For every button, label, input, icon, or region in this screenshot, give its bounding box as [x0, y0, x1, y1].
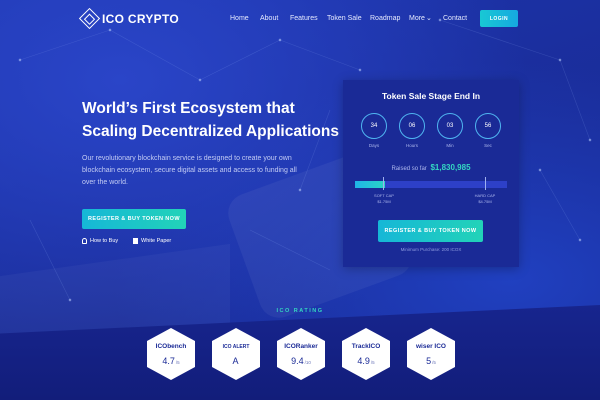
icobench-logo: ICObench: [155, 343, 187, 350]
countdown-label: Hours: [405, 143, 418, 148]
nav-home[interactable]: Home: [230, 15, 249, 22]
icoalert-logo: ICO ALERT: [222, 344, 250, 350]
hero-title-line: World’s First Ecosystem that: [82, 100, 295, 117]
countdown-minutes: 03 Min: [436, 113, 464, 148]
hero-title: World’s First Ecosystem that Scaling Dec…: [82, 97, 339, 143]
chevron-down-icon[interactable]: ⌄: [426, 14, 432, 22]
hard-cap: HARD CAP $4.75M: [470, 193, 500, 205]
countdown-value: 34: [361, 113, 387, 139]
hard-cap-value: $4.75M: [478, 199, 492, 204]
countdown-days: 34 Days: [360, 113, 388, 148]
rating-score: 4.9/5: [342, 356, 390, 366]
score-scale: /5: [370, 360, 375, 365]
top-navbar: ICO CRYPTO Home About Features Token Sal…: [0, 0, 600, 38]
score-scale: /10: [304, 360, 311, 365]
token-sale-panel: Token Sale Stage End In 34 Days 06 Hours…: [343, 80, 519, 267]
lightbulb-icon: [82, 238, 87, 244]
score-value: 5: [426, 356, 432, 366]
nav-more[interactable]: More: [409, 15, 425, 22]
site-logo[interactable]: ICO CRYPTO: [78, 7, 180, 30]
soft-cap-value: $1.75M: [377, 199, 391, 204]
countdown-label: Days: [368, 143, 380, 148]
logo-text: ICO CRYPTO: [102, 11, 180, 26]
countdown-value: 03: [437, 113, 463, 139]
countdown-value: 56: [475, 113, 501, 139]
raised-so-far: Raised so far $1,830,985: [343, 163, 519, 172]
token-sale-title: Token Sale Stage End In: [381, 91, 481, 101]
ico-rating-heading: ICO RATING: [276, 308, 324, 314]
countdown-value: 06: [399, 113, 425, 139]
minimum-purchase-note: Minimum Purchase: 200 ICOX: [400, 247, 462, 252]
hard-cap-marker: [485, 177, 486, 190]
panel-register-buy-button[interactable]: REGISTER & BUY TOKEN NOW: [378, 220, 483, 242]
score-scale: /5: [175, 360, 180, 365]
trackico-logo: TrackICO: [351, 343, 381, 350]
score-value: A: [232, 356, 239, 366]
score-scale: /5: [432, 360, 436, 365]
login-button[interactable]: LOGIN: [480, 10, 518, 27]
white-paper-link[interactable]: White Paper: [133, 238, 171, 244]
register-buy-token-button[interactable]: REGISTER & BUY TOKEN NOW: [82, 209, 186, 229]
rating-score: 9.4/10: [277, 356, 325, 366]
cube-logo-icon: [78, 7, 101, 30]
rating-score: 4.7/5: [147, 356, 195, 366]
nav-roadmap[interactable]: Roadmap: [370, 15, 400, 22]
raised-label: Raised so far: [391, 166, 427, 172]
rating-score: 5/5: [407, 356, 455, 366]
soft-cap: SOFT CAP $1.75M: [369, 193, 399, 205]
countdown-seconds: 56 Sec: [474, 113, 502, 148]
nav-about[interactable]: About: [260, 15, 278, 22]
rating-score: A: [212, 356, 260, 366]
score-value: 4.7: [162, 356, 175, 366]
soft-cap-marker: [383, 177, 384, 190]
countdown-label: Min: [446, 143, 454, 148]
wiserico-logo: wiser ICO: [416, 343, 446, 350]
raised-amount: $1,830,985: [430, 163, 471, 172]
score-value: 4.9: [357, 356, 370, 366]
nav-token-sale[interactable]: Token Sale: [327, 15, 362, 22]
how-to-buy-link[interactable]: How to Buy: [82, 238, 118, 244]
how-to-buy-label: How to Buy: [90, 238, 119, 244]
hero-description: Our revolutionary blockchain service is …: [82, 155, 297, 186]
nav-features[interactable]: Features: [290, 15, 318, 22]
white-paper-label: White Paper: [141, 238, 172, 244]
sale-progress-fill: [355, 181, 386, 188]
document-icon: [133, 238, 138, 244]
nav-contact[interactable]: Contact: [443, 15, 467, 22]
hero-title-line: Scaling Decentralized Applications: [82, 123, 339, 140]
countdown-label: Sec: [484, 143, 492, 148]
countdown-hours: 06 Hours: [398, 113, 426, 148]
icoranker-logo: ICORanker: [284, 343, 318, 350]
score-value: 9.4: [291, 356, 304, 366]
